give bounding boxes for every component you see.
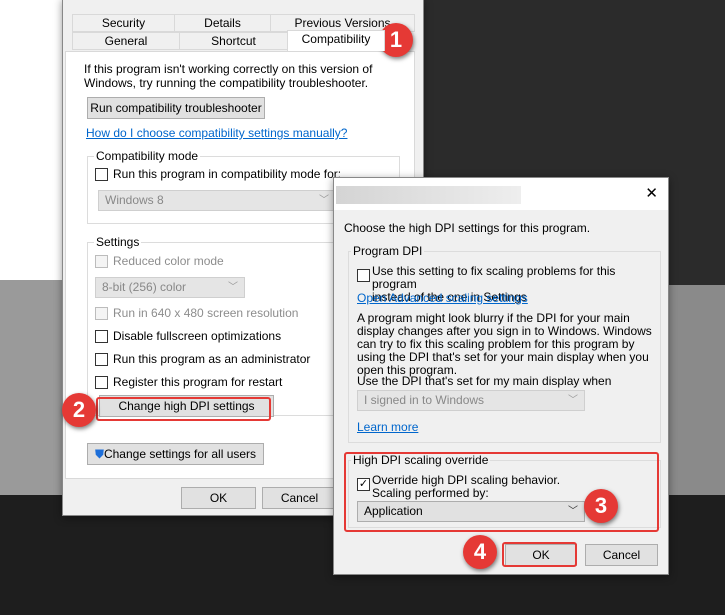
ok-button[interactable]: OK [181,487,256,509]
tab-compatibility[interactable]: Compatibility [287,30,385,51]
program-dpi-checkbox[interactable] [357,269,370,282]
run-640-checkbox[interactable] [95,307,108,320]
chevron-down-icon: ﹀ [319,195,329,206]
windows-version-select[interactable]: Windows 8 ﹀ [98,190,336,211]
highlight-box [96,397,271,421]
step-badge-2: 2 [62,393,96,427]
reduced-color-checkbox[interactable] [95,255,108,268]
select-value: I signed in to Windows [364,393,485,407]
select-value: 8-bit (256) color [102,280,187,294]
highlight-box [502,542,577,567]
label-line: Use this setting to fix scaling problems… [372,264,616,291]
step-badge-3: 3 [584,489,618,523]
tab-shortcut[interactable]: Shortcut [179,32,288,50]
intro-text: If this program isn't working correctly … [84,62,373,90]
color-select[interactable]: 8-bit (256) color ﹀ [95,277,245,298]
group-label: Compatibility mode [94,149,201,163]
register-restart-label: Register this program for restart [113,375,283,389]
dpi-description: A program might look blurry if the DPI f… [357,311,652,377]
group-label: Settings [94,235,142,249]
use-dpi-label: Use the DPI that's set for my main displ… [357,374,612,388]
tab-general[interactable]: General [72,32,180,50]
blurred-title [336,186,521,204]
tab-security[interactable]: Security [72,14,175,32]
disable-fullscreen-label: Disable fullscreen optimizations [113,329,282,343]
reduced-color-label: Reduced color mode [113,254,224,268]
run-admin-checkbox[interactable] [95,353,108,366]
help-link[interactable]: How do I choose compatibility settings m… [86,126,347,140]
group-label: Program DPI [351,244,425,258]
chevron-down-icon: ﹀ [228,282,238,293]
compat-mode-checkbox[interactable] [95,168,108,181]
program-dpi-group: Program DPI Use this setting to fix scal… [348,244,661,443]
button-label: Change settings for all users [103,447,257,461]
disable-fullscreen-checkbox[interactable] [95,330,108,343]
background [0,280,62,495]
dpi-intro: Choose the high DPI settings for this pr… [344,221,591,235]
run-admin-label: Run this program as an administrator [113,352,311,366]
register-restart-checkbox[interactable] [95,376,108,389]
select-value: Windows 8 [105,193,164,207]
close-icon[interactable]: ✕ [645,184,658,202]
advanced-scaling-link[interactable]: Open Advanced scaling settings [357,291,528,305]
step-badge-4: 4 [463,535,497,569]
chevron-down-icon: ﹀ [568,395,578,406]
compat-mode-label: Run this program in compatibility mode f… [113,167,342,181]
use-dpi-select[interactable]: I signed in to Windows ﹀ [357,390,585,411]
cancel-button[interactable]: Cancel [262,487,337,509]
run-640-label: Run in 640 x 480 screen resolution [113,306,299,320]
tab-details[interactable]: Details [174,14,271,32]
change-all-users-button[interactable]: ⛊Change settings for all users [87,443,264,465]
learn-more-link[interactable]: Learn more [357,420,418,434]
title-bar: ✕ [334,178,668,210]
uac-shield-icon: ⛊ [94,447,104,461]
cancel-button[interactable]: Cancel [585,544,658,566]
run-troubleshooter-button[interactable]: Run compatibility troubleshooter [87,97,265,119]
